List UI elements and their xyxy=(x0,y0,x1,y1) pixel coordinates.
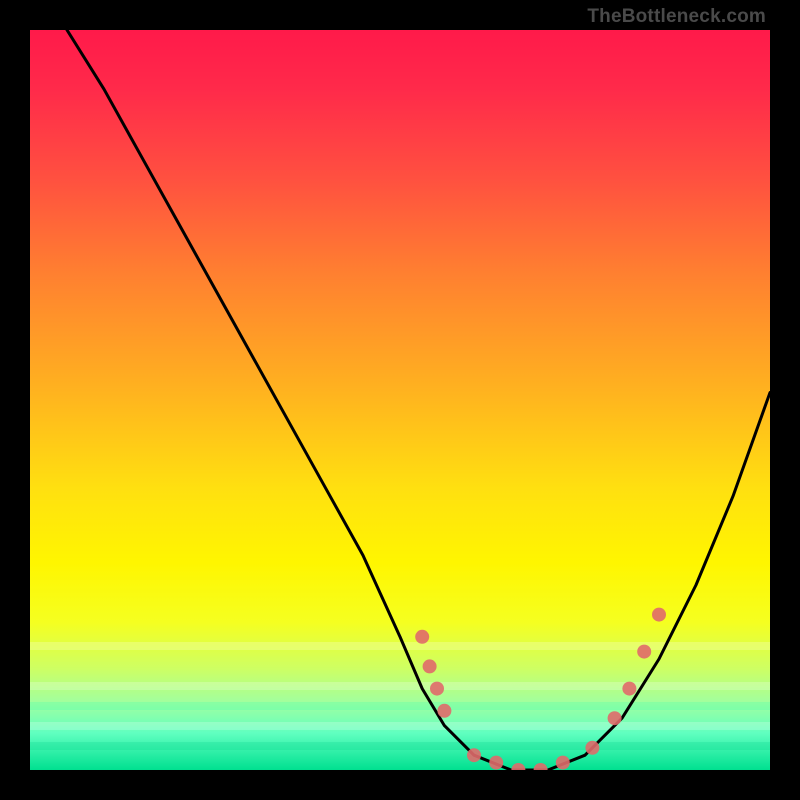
bottleneck-curve xyxy=(67,30,770,770)
watermark-text: TheBottleneck.com xyxy=(587,6,766,28)
curve-layer xyxy=(30,30,770,770)
chart-frame: TheBottleneck.com xyxy=(0,0,800,800)
plot-area xyxy=(30,30,770,770)
curve-points xyxy=(415,608,666,770)
